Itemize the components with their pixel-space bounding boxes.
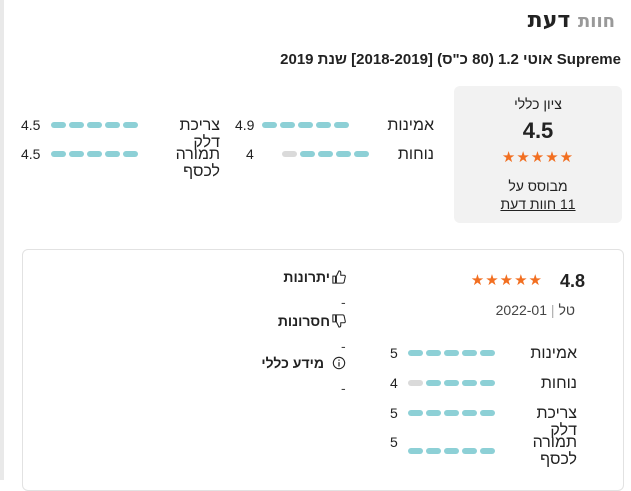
rating-bar-segment	[123, 151, 138, 157]
based-on-label: מבוסס על	[508, 178, 568, 194]
rating-bar-segment	[426, 350, 441, 356]
metric-bar	[51, 122, 138, 128]
rating-bar-segment	[300, 151, 315, 157]
metric-bar	[51, 151, 138, 157]
rating-bar-segment	[444, 380, 459, 386]
rating-bar-segment	[480, 350, 495, 356]
overall-score-value: 4.5	[522, 118, 554, 143]
rating-bar-segment	[444, 448, 459, 454]
general-info-text: -	[341, 380, 346, 396]
review-metric-bar	[408, 410, 495, 416]
metric-label: נוחות	[397, 146, 434, 163]
review-metric-value: 5	[390, 405, 398, 421]
review-metric-label: אמינות	[530, 345, 577, 362]
rating-bar-segment	[462, 448, 477, 454]
thumbs-up-icon	[332, 270, 346, 284]
rating-bar-segment	[105, 122, 120, 128]
rating-bar-segment	[426, 380, 441, 386]
left-frame-edge	[0, 0, 4, 480]
rating-bar-segment	[69, 151, 84, 157]
metric-bar	[282, 151, 369, 157]
overall-score-label: ציון כללי	[514, 96, 562, 112]
rating-bar-segment	[354, 151, 369, 157]
review-metric-value: 5	[390, 345, 398, 361]
metric-value: 4	[246, 146, 254, 162]
metric-label: אמינות	[387, 117, 434, 134]
review-metric-value: 5	[390, 434, 398, 450]
metric-value: 4.5	[21, 146, 41, 162]
rating-bar-segment	[408, 410, 423, 416]
metric-label: תמורה לכסף	[175, 146, 220, 180]
rating-bar-segment	[480, 380, 495, 386]
rating-bar-segment	[480, 410, 495, 416]
rating-bar-segment	[462, 380, 477, 386]
rating-bar-segment	[282, 151, 297, 157]
review-metric-bar	[408, 448, 495, 454]
rating-bar-segment	[444, 350, 459, 356]
review-stars: ★★★★★	[470, 272, 543, 289]
page-title: חוות דעת	[528, 8, 615, 33]
review-metric-bar	[408, 350, 495, 356]
pros-title: יתרונות	[283, 269, 330, 285]
review-metric-label: תמורה לכסף	[532, 434, 577, 468]
rating-bar-segment	[408, 448, 423, 454]
rating-bar-segment	[262, 122, 277, 128]
rating-bar-segment	[51, 151, 66, 157]
rating-bar-segment	[480, 448, 495, 454]
rating-bar-segment	[123, 122, 138, 128]
pros-text: -	[341, 294, 346, 310]
rating-bar-segment	[408, 380, 423, 386]
rating-bar-segment	[462, 410, 477, 416]
review-metric-label: נוחות	[540, 375, 577, 392]
general-info-title: מידע כללי	[261, 355, 324, 371]
rating-bar-segment	[87, 151, 102, 157]
metric-bar	[262, 122, 349, 128]
rating-bar-segment	[426, 448, 441, 454]
page-title-main: דעת	[527, 8, 571, 33]
review-metric-bar	[408, 380, 495, 386]
reviews-count-link[interactable]: 11 חוות דעת	[454, 196, 622, 212]
rating-bar-segment	[336, 151, 351, 157]
rating-bar-segment	[408, 350, 423, 356]
rating-bar-segment	[87, 122, 102, 128]
rating-bar-segment	[334, 122, 349, 128]
rating-bar-segment	[318, 151, 333, 157]
rating-bar-segment	[444, 410, 459, 416]
rating-bar-segment	[105, 151, 120, 157]
review-date: 2022-01	[495, 302, 548, 318]
cons-title: חסרונות	[277, 313, 330, 329]
meta-divider: |	[550, 302, 555, 318]
rating-bar-segment	[280, 122, 295, 128]
metric-value: 4.9	[235, 117, 255, 133]
rating-bar-segment	[426, 410, 441, 416]
thumbs-down-icon	[332, 314, 346, 328]
review-meta: טל | 2022-01	[496, 302, 575, 318]
rating-bar-segment	[316, 122, 331, 128]
overall-stars: ★★★★★	[501, 149, 575, 166]
overall-score-card: ציון כללי 4.5 ★★★★★ מבוסס על 11 חוות דעת	[454, 86, 622, 223]
rating-bar-segment	[51, 122, 66, 128]
info-icon	[332, 356, 346, 370]
review-author: טל	[558, 302, 575, 318]
rating-bar-segment	[69, 122, 84, 128]
rating-bar-segment	[462, 350, 477, 356]
car-model-subtitle: Supreme אוטי 1.2 (80 כ"ס) [2018-2019] שנ…	[280, 51, 621, 68]
page-title-dim: חוות	[577, 11, 615, 32]
rating-bar-segment	[298, 122, 313, 128]
review-score: 4.8	[559, 271, 585, 291]
review-metric-value: 4	[390, 375, 398, 391]
cons-text: -	[341, 338, 346, 354]
metric-value: 4.5	[21, 117, 41, 133]
